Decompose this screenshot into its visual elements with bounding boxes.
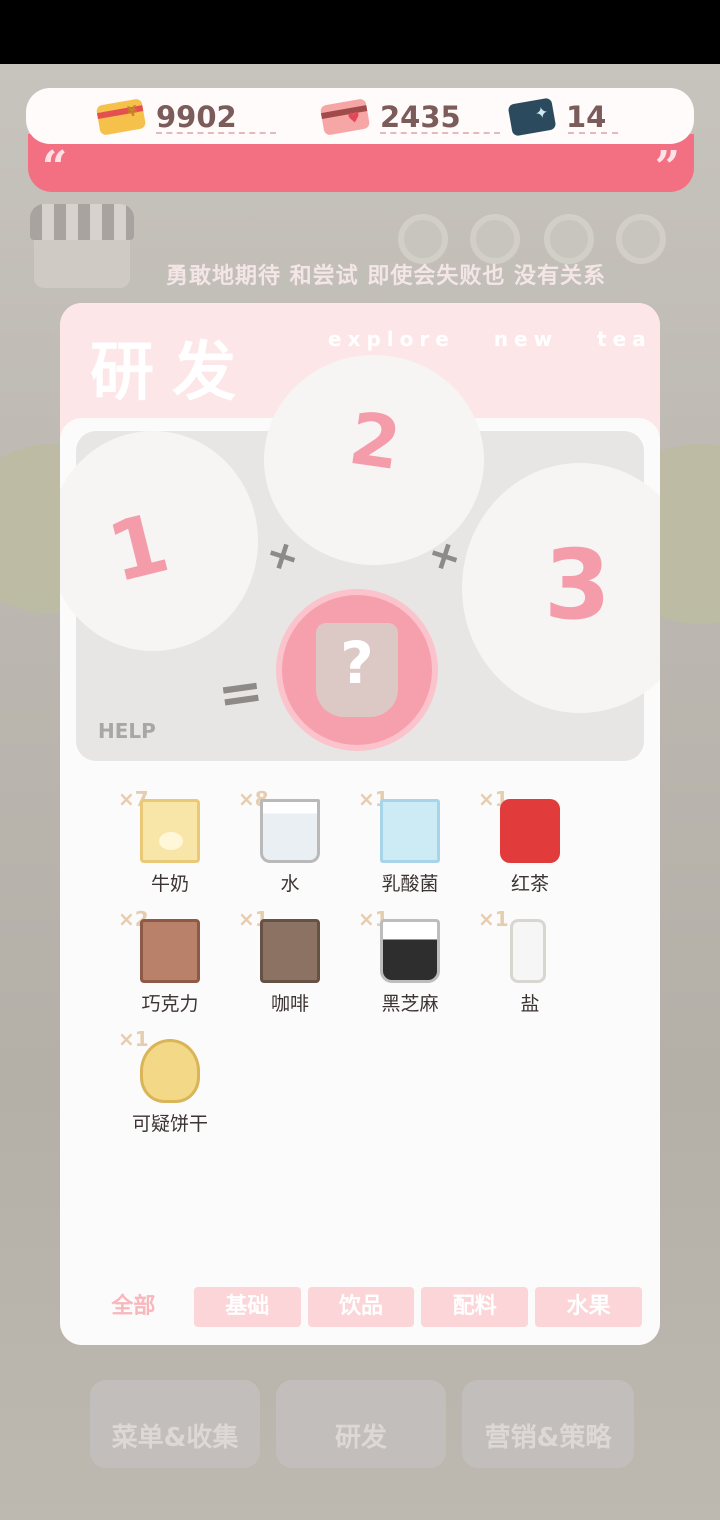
tab-all[interactable]: 全部	[80, 1287, 187, 1327]
round-icon	[616, 214, 666, 264]
slot-number: 1	[99, 495, 178, 602]
nav-menu-collection[interactable]: 菜单&收集	[90, 1380, 260, 1468]
currency-star: 14	[507, 97, 618, 137]
currency-bar: 9902 2435 14	[26, 88, 694, 144]
help-button[interactable]: HELP	[98, 719, 156, 743]
question-icon: ?	[340, 629, 374, 697]
bottom-nav: 菜单&收集 研发 营销&策略	[0, 1360, 720, 1480]
fortune-cookie-icon	[140, 1039, 200, 1103]
ingredient-chocolate[interactable]: ×2 巧克力	[110, 907, 230, 1017]
lacto-carton-icon	[380, 799, 440, 863]
ingredient-label: 巧克力	[141, 993, 199, 1015]
ingredient-label: 乳酸菌	[381, 873, 439, 895]
coffee-bag-icon	[260, 919, 320, 983]
black-tea-tin-icon	[500, 799, 560, 863]
salt-shaker-icon	[510, 919, 546, 983]
nav-label: 营销&策略	[484, 1423, 612, 1453]
nav-label: 研发	[334, 1423, 387, 1453]
ingredient-black-tea[interactable]: ×1 红茶	[470, 787, 590, 897]
ingredient-count: ×1	[118, 1027, 149, 1051]
tab-toppings[interactable]: 配料	[421, 1287, 529, 1327]
ingredient-sesame[interactable]: ×1 黑芝麻	[350, 907, 470, 1017]
ingredient-label: 咖啡	[270, 993, 309, 1015]
star-card-icon	[507, 97, 557, 137]
ingredient-label: 牛奶	[150, 873, 189, 895]
ingredient-label: 盐	[520, 993, 540, 1015]
ingredient-label: 水	[280, 873, 300, 895]
slot-number: 2	[344, 395, 406, 487]
close-quote-icon: ”	[654, 142, 680, 193]
round-icon	[544, 214, 594, 264]
currency-value: 14	[566, 100, 607, 134]
divider	[380, 132, 500, 134]
page-subtitle: explore new tea	[328, 327, 652, 351]
nav-marketing-strategy[interactable]: 营销&策略	[462, 1380, 634, 1468]
nav-research[interactable]: 研发	[276, 1380, 446, 1468]
ingredient-coffee[interactable]: ×1 咖啡	[230, 907, 350, 1017]
tab-drinks[interactable]: 饮品	[307, 1287, 415, 1327]
ingredient-water[interactable]: ×8 水	[230, 787, 350, 897]
currency-pink: 2435	[319, 98, 500, 136]
divider	[156, 132, 276, 134]
slot-number: 3	[544, 529, 611, 641]
slogan-text: 勇敢地期待 和尝试 即使会失败也 没有关系	[166, 264, 606, 289]
ingredient-milk[interactable]: ×7 牛奶	[110, 787, 230, 897]
sesame-jar-icon	[380, 919, 440, 983]
status-bar	[0, 0, 720, 64]
currency-value: 9902	[156, 100, 237, 134]
gold-card-icon	[95, 98, 147, 136]
page-title: 研发	[90, 336, 254, 410]
tab-basic[interactable]: 基础	[193, 1287, 301, 1327]
currency-value: 2435	[380, 100, 461, 134]
divider	[568, 132, 618, 134]
pink-card-icon	[319, 98, 371, 136]
ingredient-lacto[interactable]: ×1 乳酸菌	[350, 787, 470, 897]
ingredient-label: 可疑饼干	[131, 1113, 208, 1135]
round-icon	[470, 214, 520, 264]
ingredient-label: 黑芝麻	[381, 993, 439, 1015]
ingredient-cookie[interactable]: ×1 可疑饼干	[110, 1027, 230, 1137]
nav-label: 菜单&收集	[111, 1423, 239, 1453]
ingredient-count: ×1	[478, 907, 509, 931]
open-quote-icon: “	[42, 142, 68, 193]
currency-gold: 9902	[95, 98, 276, 136]
round-icon	[398, 214, 448, 264]
research-panel: 研发 explore new tea HELP 1 2 3 + + = ? ×7…	[60, 303, 660, 1345]
milk-carton-icon	[140, 799, 200, 863]
shop-icon	[30, 204, 134, 288]
ingredient-label: 红茶	[510, 873, 549, 895]
tab-fruit[interactable]: 水果	[535, 1287, 642, 1327]
ingredient-salt[interactable]: ×1 盐	[470, 907, 590, 1017]
water-jug-icon	[260, 799, 320, 863]
category-tabs: 全部 基础 饮品 配料 水果	[80, 1287, 642, 1327]
chocolate-bag-icon	[140, 919, 200, 983]
equals-icon: =	[213, 658, 268, 727]
result-slot[interactable]: ?	[282, 595, 432, 745]
